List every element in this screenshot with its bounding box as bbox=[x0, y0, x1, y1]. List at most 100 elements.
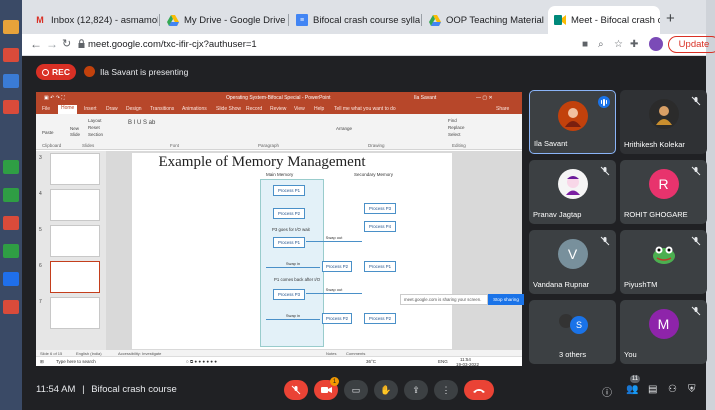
activities-icon[interactable]: ⚇ bbox=[668, 384, 677, 395]
tab-help[interactable]: Help bbox=[314, 106, 324, 112]
participant-tile[interactable]: M You bbox=[620, 300, 707, 364]
profile-avatar[interactable] bbox=[649, 37, 663, 51]
present-button[interactable]: ⇪ bbox=[404, 380, 428, 400]
presenting-text: Ila Savant is presenting bbox=[100, 66, 189, 77]
current-slide[interactable]: Example of Memory Management Main Memory… bbox=[132, 153, 452, 349]
tab-title: OOP Teaching Material - bbox=[446, 14, 545, 26]
taskbar-apps-icon[interactable]: ○ ⧉ ● ● ● ● ● ● bbox=[186, 359, 217, 364]
desktop-app-icon[interactable] bbox=[3, 188, 19, 202]
stop-sharing-button[interactable]: Stop sharing bbox=[488, 294, 524, 305]
reload-icon[interactable]: ↻ bbox=[62, 37, 71, 50]
slide-thumbnail-selected[interactable] bbox=[50, 261, 100, 293]
star-icon[interactable]: ☆ bbox=[614, 39, 623, 50]
people-icon[interactable]: 👥 bbox=[626, 384, 638, 395]
participant-tile[interactable]: PiyushTM bbox=[620, 230, 707, 294]
participant-tile[interactable]: S 3 others bbox=[529, 300, 616, 364]
swap-out-arrow: Swap out bbox=[306, 287, 362, 294]
layout-button[interactable]: Layout bbox=[88, 118, 102, 123]
captions-button[interactable]: ▭ bbox=[344, 380, 368, 400]
recording-badge: REC bbox=[36, 64, 76, 80]
replace-button[interactable]: Replace bbox=[448, 125, 465, 130]
tab-drive-2[interactable]: OOP Teaching Material - ✕ bbox=[423, 6, 545, 34]
desktop-app-icon[interactable] bbox=[3, 272, 19, 286]
desktop-icon-strip bbox=[0, 0, 22, 410]
camera-toggle-button[interactable]: 1 bbox=[314, 377, 339, 400]
desktop-app-icon[interactable] bbox=[3, 300, 19, 314]
participant-name: Hrithikesh Kolekar bbox=[624, 140, 685, 149]
raise-hand-button[interactable]: ✋ bbox=[374, 380, 398, 400]
new-slide-button[interactable]: New bbox=[70, 126, 79, 131]
arrange-button[interactable]: Arrange bbox=[336, 126, 352, 131]
tab-animations[interactable]: Animations bbox=[182, 106, 207, 112]
paste-button[interactable]: Paste bbox=[42, 130, 54, 135]
font-controls-icon[interactable]: B I U S ab bbox=[128, 120, 155, 126]
host-controls-icon[interactable]: ⛨ bbox=[688, 384, 696, 395]
participant-tile[interactable]: Hrithikesh Kolekar bbox=[620, 90, 707, 154]
slide-thumbnail[interactable] bbox=[50, 297, 100, 329]
mic-toggle-button[interactable] bbox=[284, 380, 308, 400]
section-button[interactable]: Section bbox=[88, 132, 103, 137]
tab-transitions[interactable]: Transitions bbox=[150, 106, 174, 112]
participant-tile[interactable]: Ila Savant bbox=[529, 90, 616, 154]
mic-off-icon bbox=[600, 166, 610, 176]
tab-meet[interactable]: Meet - Bifocal crash c ✕ bbox=[548, 6, 660, 34]
lock-icon[interactable] bbox=[78, 39, 85, 48]
participant-name: Ila Savant bbox=[534, 139, 568, 148]
zoom-icon[interactable]: ⌕ bbox=[598, 39, 604, 50]
participant-avatar bbox=[557, 169, 588, 199]
chat-icon[interactable]: ▤ bbox=[648, 384, 657, 395]
docs-icon: ≡ bbox=[296, 14, 308, 26]
tab-drive[interactable]: My Drive - Google Drive ✕ bbox=[161, 6, 287, 34]
back-icon[interactable]: ← bbox=[30, 37, 42, 51]
url-field[interactable]: meet.google.com/txc-ifir-cjx?authuser=1 bbox=[88, 39, 257, 50]
tab-view[interactable]: View bbox=[294, 106, 305, 112]
slide-thumbnail[interactable] bbox=[50, 153, 100, 185]
tab-docs[interactable]: ≡ Bifocal crash course sylla ✕ bbox=[290, 6, 420, 34]
participant-tile[interactable]: R ROHIT GHOGARE bbox=[620, 160, 707, 224]
tell-me-input[interactable]: Tell me what you want to do bbox=[334, 106, 396, 112]
reset-button[interactable]: Reset bbox=[88, 125, 100, 130]
more-options-button[interactable]: ⋮ bbox=[434, 380, 458, 400]
participant-tile[interactable]: Pranav Jagtap bbox=[529, 160, 616, 224]
person-photo-icon bbox=[655, 106, 672, 125]
tab-design[interactable]: Design bbox=[126, 106, 142, 112]
taskbar-date: 19-03-2022 bbox=[456, 362, 480, 366]
ribbon-tabs: File Home Insert Draw Design Transitions… bbox=[36, 104, 522, 114]
participant-tile[interactable]: V Vandana Rupnar bbox=[529, 230, 616, 294]
tab-gmail[interactable]: M Inbox (12,824) - asmamoh ✕ bbox=[28, 6, 158, 34]
extensions-icon[interactable]: ✚ bbox=[630, 39, 638, 50]
windows-start-icon[interactable]: ⊞ bbox=[40, 359, 44, 365]
process-box: Process P2 bbox=[322, 313, 352, 324]
desktop-app-icon[interactable] bbox=[3, 48, 19, 62]
tab-insert[interactable]: Insert bbox=[84, 106, 97, 112]
desktop-app-icon[interactable] bbox=[3, 74, 19, 88]
slide-thumbnail[interactable] bbox=[50, 189, 100, 221]
update-button[interactable]: Update bbox=[668, 36, 715, 53]
desktop-app-icon[interactable] bbox=[3, 20, 19, 34]
tab-review[interactable]: Review bbox=[270, 106, 286, 112]
tab-home[interactable]: Home bbox=[58, 105, 78, 114]
desktop-app-icon[interactable] bbox=[3, 216, 19, 230]
forward-icon[interactable]: → bbox=[46, 37, 58, 51]
camera-icon[interactable]: ■ bbox=[582, 39, 588, 50]
new-tab-button[interactable]: + bbox=[666, 10, 675, 27]
tab-slide-show[interactable]: Slide Show bbox=[216, 106, 241, 112]
desktop-app-icon[interactable] bbox=[3, 160, 19, 174]
info-icon[interactable]: ⓘ bbox=[602, 384, 612, 399]
gmail-icon: M bbox=[36, 15, 44, 25]
participant-name: ROHIT GHOGARE bbox=[624, 210, 688, 219]
tab-file[interactable]: File bbox=[42, 106, 50, 112]
select-button[interactable]: Select bbox=[448, 132, 461, 137]
share-button[interactable]: Share bbox=[496, 106, 509, 112]
tab-record[interactable]: Record bbox=[246, 106, 262, 112]
taskbar-search[interactable]: Type here to search bbox=[56, 359, 96, 364]
desktop-app-icon[interactable] bbox=[3, 100, 19, 114]
find-button[interactable]: Find bbox=[448, 118, 457, 123]
frog-avatar-icon bbox=[652, 246, 675, 264]
tab-draw[interactable]: Draw bbox=[106, 106, 118, 112]
slide-thumbnail[interactable] bbox=[50, 225, 100, 257]
right-edge bbox=[706, 0, 715, 410]
save-icon: ▣ ↶ ↷ ⛶ bbox=[44, 95, 65, 101]
desktop-app-icon[interactable] bbox=[3, 244, 19, 258]
leave-call-button[interactable] bbox=[464, 380, 494, 400]
